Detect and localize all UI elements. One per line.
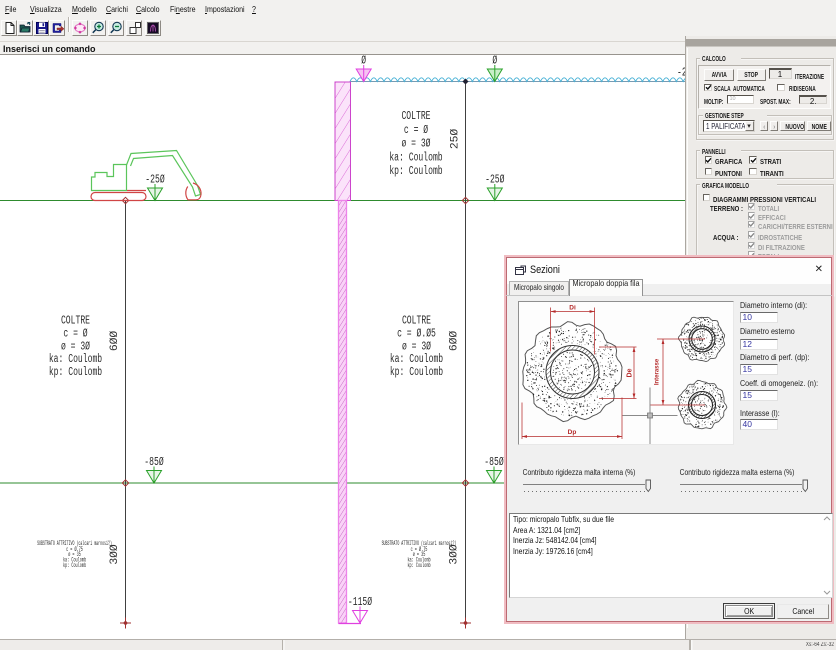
svg-text:Ø: Ø (361, 55, 366, 68)
svg-text:Ø: Ø (492, 55, 497, 68)
svg-text:kp: Coulomb: kp: Coulomb (389, 165, 442, 178)
svg-text:De: De (626, 368, 633, 377)
svg-text:ka: Coulomb: ka: Coulomb (389, 151, 442, 164)
svg-text:c = Ø: c = Ø (63, 327, 87, 340)
svg-text:kp: Coulomb: kp: Coulomb (63, 562, 86, 569)
svg-text:ø = 3Ø: ø = 3Ø (61, 340, 90, 353)
svg-text:6ØØ: 6ØØ (449, 330, 461, 351)
svg-text:ø = 3Ø: ø = 3Ø (401, 138, 430, 151)
svg-text:ø = 3Ø: ø = 3Ø (402, 340, 431, 353)
svg-text:6ØØ: 6ØØ (109, 330, 121, 351)
svg-text:c = Ø.Ø5: c = Ø.Ø5 (397, 327, 436, 340)
svg-text:25Ø: 25Ø (450, 128, 462, 149)
svg-text:Dp: Dp (567, 429, 576, 436)
svg-text:kp: Coulomb: kp: Coulomb (390, 366, 443, 379)
svg-text:ka: Coulomb: ka: Coulomb (390, 353, 443, 366)
svg-text:3ØØ: 3ØØ (109, 544, 121, 565)
svg-text:3ØØ: 3ØØ (449, 544, 461, 565)
svg-text:Di: Di (569, 304, 576, 311)
svg-text:-85Ø: -85Ø (144, 456, 163, 469)
svg-text:COLTRE: COLTRE (402, 315, 431, 328)
svg-text:COLTRE: COLTRE (61, 315, 90, 328)
svg-text:c = Ø: c = Ø (404, 124, 428, 137)
svg-text:COLTRE: COLTRE (401, 110, 430, 123)
svg-text:-85Ø: -85Ø (484, 456, 503, 469)
svg-text:Interasse: Interasse (654, 358, 660, 385)
svg-text:-115Ø: -115Ø (348, 596, 372, 609)
svg-text:-25Ø: -25Ø (485, 174, 504, 187)
svg-text:ka: Coulomb: ka: Coulomb (49, 353, 102, 366)
svg-text:-25Ø: -25Ø (145, 174, 164, 187)
svg-text:kp: Coulomb: kp: Coulomb (49, 366, 102, 379)
svg-text:kp: Coulomb: kp: Coulomb (407, 562, 430, 569)
